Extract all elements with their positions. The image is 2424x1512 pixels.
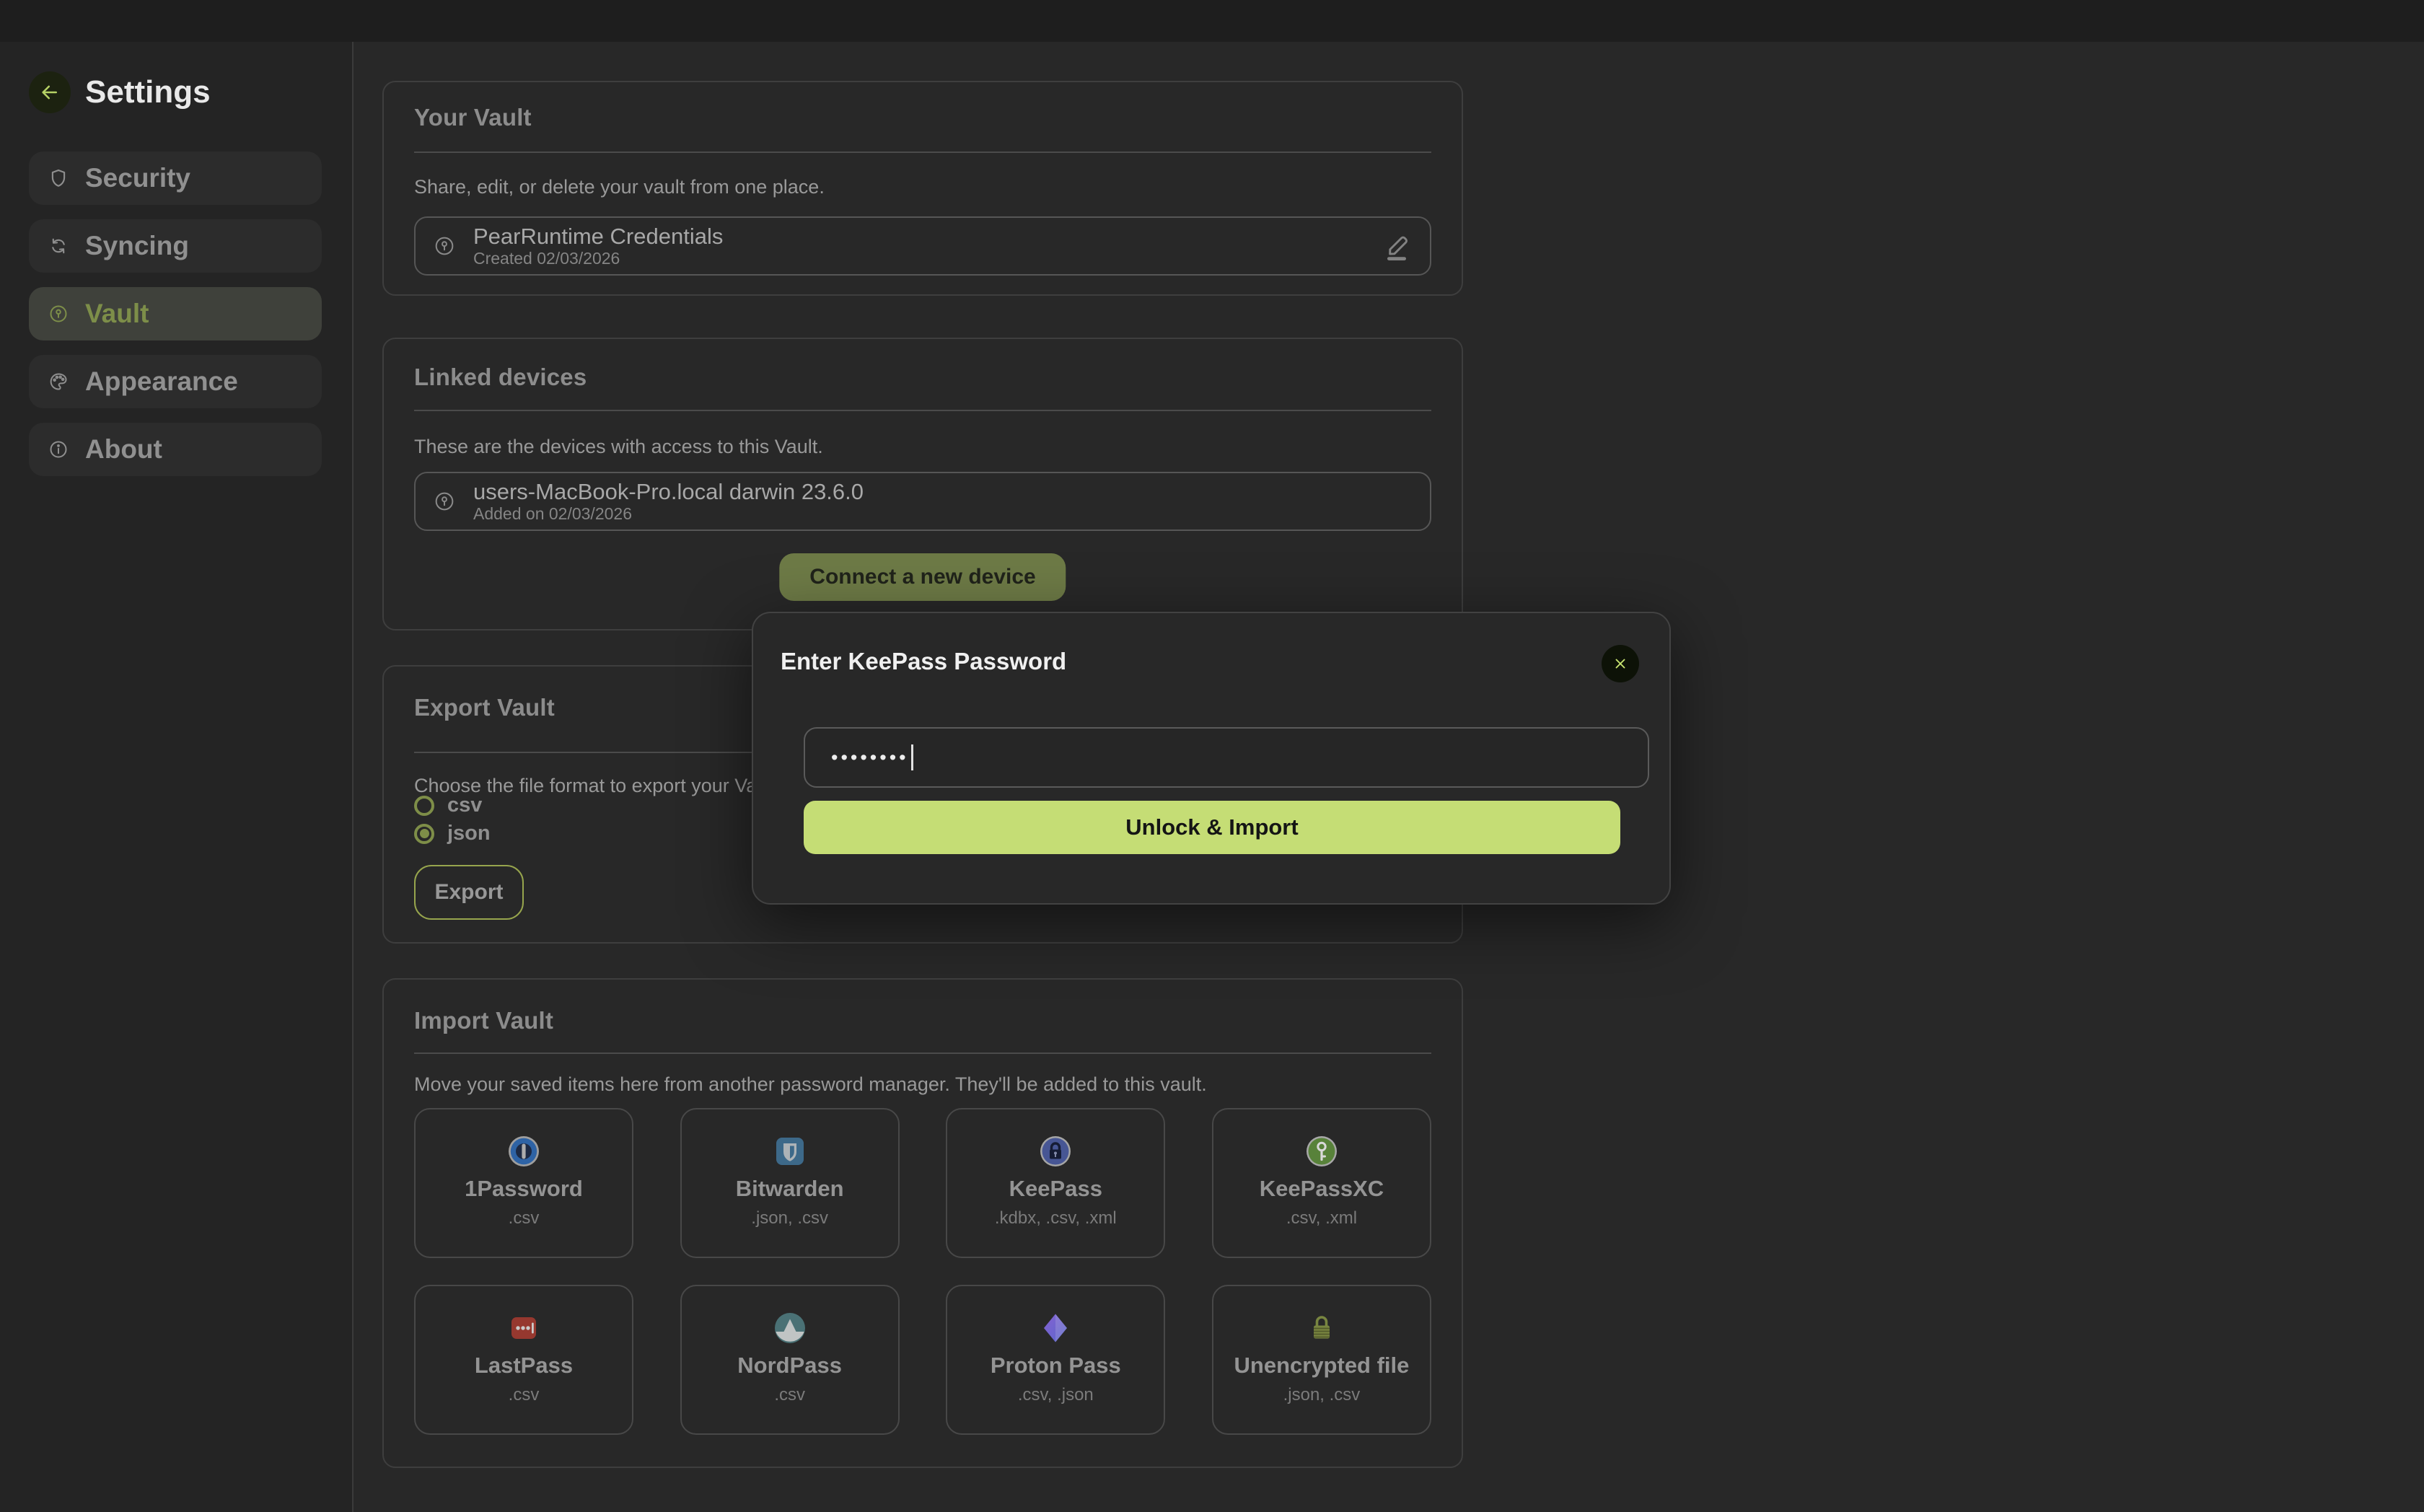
provider-name: KeePassXC — [1260, 1176, 1384, 1202]
provider-name: KeePass — [1009, 1176, 1102, 1202]
your-vault-card: Your Vault Share, edit, or delete your v… — [382, 81, 1463, 296]
onepassword-icon — [506, 1134, 541, 1169]
provider-formats: .csv, .xml — [1286, 1208, 1357, 1228]
provider-name: Bitwarden — [736, 1176, 844, 1202]
export-format-option-json[interactable]: json — [414, 822, 491, 845]
section-description: Share, edit, or delete your vault from o… — [414, 176, 825, 198]
import-tile-protonpass[interactable]: Proton Pass .csv, .json — [946, 1285, 1165, 1435]
password-masked-value: •••••••• — [831, 747, 909, 769]
provider-formats: .csv — [509, 1208, 540, 1228]
arrow-left-icon — [39, 82, 61, 103]
provider-formats: .json, .csv — [1283, 1385, 1361, 1405]
provider-formats: .kdbx, .csv, .xml — [995, 1208, 1117, 1228]
close-dialog-button[interactable] — [1602, 645, 1639, 682]
import-tile-unencrypted[interactable]: Unencrypted file .json, .csv — [1212, 1285, 1431, 1435]
protonpass-icon — [1038, 1311, 1073, 1345]
info-icon — [48, 439, 69, 460]
export-button[interactable]: Export — [414, 865, 524, 920]
provider-name: Unencrypted file — [1234, 1353, 1410, 1379]
import-tile-keepass[interactable]: KeePass .kdbx, .csv, .xml — [946, 1108, 1165, 1258]
edit-vault-button[interactable] — [1381, 228, 1413, 264]
connect-new-device-button[interactable]: Connect a new device — [779, 553, 1066, 601]
import-tile-1password[interactable]: 1Password .csv — [414, 1108, 633, 1258]
provider-formats: .json, .csv — [751, 1208, 828, 1228]
device-name: users-MacBook-Pro.local darwin 23.6.0 — [473, 480, 864, 504]
section-description: Move your saved items here from another … — [414, 1073, 1207, 1096]
password-input[interactable]: •••••••• — [804, 727, 1649, 788]
vault-created-date: Created 02/03/2026 — [473, 249, 723, 268]
palette-icon — [48, 371, 69, 392]
divider — [414, 410, 1431, 411]
export-format-option-csv[interactable]: csv — [414, 794, 482, 817]
import-tile-keepassxc[interactable]: KeePassXC .csv, .xml — [1212, 1108, 1431, 1258]
divider — [414, 151, 1431, 153]
sidebar-item-appearance[interactable]: Appearance — [29, 355, 322, 408]
import-tile-nordpass[interactable]: NordPass .csv — [680, 1285, 900, 1435]
import-tile-bitwarden[interactable]: Bitwarden .json, .csv — [680, 1108, 900, 1258]
text-caret — [911, 744, 913, 770]
radio-label: csv — [447, 794, 482, 817]
divider — [414, 1052, 1431, 1054]
keepassxc-icon — [1304, 1134, 1339, 1169]
nordpass-icon — [773, 1311, 807, 1345]
radio-selected-icon[interactable] — [414, 824, 434, 844]
device-added-date: Added on 02/03/2026 — [473, 504, 864, 523]
vault-list-item[interactable]: PearRuntime Credentials Created 02/03/20… — [414, 216, 1431, 276]
keepass-icon — [1038, 1134, 1073, 1169]
sidebar-item-label: Syncing — [85, 231, 189, 261]
shield-icon — [48, 167, 69, 189]
provider-formats: .csv — [774, 1385, 805, 1405]
section-title: Export Vault — [414, 694, 555, 721]
device-list-item: users-MacBook-Pro.local darwin 23.6.0 Ad… — [414, 472, 1431, 531]
section-description: These are the devices with access to thi… — [414, 436, 823, 458]
key-icon — [48, 303, 69, 325]
unencrypted-lock-icon — [1304, 1311, 1339, 1345]
vault-name: PearRuntime Credentials — [473, 224, 723, 249]
sidebar-item-about[interactable]: About — [29, 423, 322, 476]
close-icon — [1612, 655, 1629, 672]
provider-name: Proton Pass — [991, 1353, 1121, 1379]
sidebar-item-vault[interactable]: Vault — [29, 287, 322, 340]
window-top-bar — [0, 0, 2424, 42]
radio-unselected-icon[interactable] — [414, 796, 434, 816]
keepass-password-dialog: Enter KeePass Password •••••••• Unlock &… — [752, 612, 1671, 905]
import-tiles-row-2: LastPass .csv NordPass .csv — [414, 1285, 1431, 1435]
sidebar-item-security[interactable]: Security — [29, 151, 322, 205]
import-vault-card: Import Vault Move your saved items here … — [382, 978, 1463, 1468]
import-tile-lastpass[interactable]: LastPass .csv — [414, 1285, 633, 1435]
radio-label: json — [447, 822, 491, 845]
key-icon — [433, 490, 456, 513]
sync-icon — [48, 235, 69, 257]
page-title: Settings — [85, 72, 211, 113]
provider-formats: .csv — [509, 1385, 540, 1405]
dialog-title: Enter KeePass Password — [781, 648, 1066, 675]
sidebar-item-label: Security — [85, 163, 190, 193]
unlock-and-import-button[interactable]: Unlock & Import — [804, 801, 1620, 854]
section-title: Your Vault — [414, 104, 532, 131]
provider-formats: .csv, .json — [1018, 1385, 1094, 1405]
sidebar-item-label: Appearance — [85, 366, 238, 397]
pencil-icon — [1381, 228, 1413, 264]
import-tiles-row-1: 1Password .csv Bitwarden .json, .csv — [414, 1108, 1431, 1258]
back-button[interactable] — [29, 71, 71, 113]
sidebar-item-label: About — [85, 434, 162, 465]
key-icon — [433, 234, 456, 258]
linked-devices-card: Linked devices These are the devices wit… — [382, 338, 1463, 630]
section-title: Import Vault — [414, 1007, 553, 1034]
provider-name: 1Password — [465, 1176, 583, 1202]
provider-name: NordPass — [737, 1353, 842, 1379]
provider-name: LastPass — [475, 1353, 573, 1379]
sidebar-item-label: Vault — [85, 299, 149, 329]
sidebar-item-syncing[interactable]: Syncing — [29, 219, 322, 273]
lastpass-icon — [506, 1311, 541, 1345]
bitwarden-icon — [773, 1134, 807, 1169]
section-title: Linked devices — [414, 364, 587, 391]
